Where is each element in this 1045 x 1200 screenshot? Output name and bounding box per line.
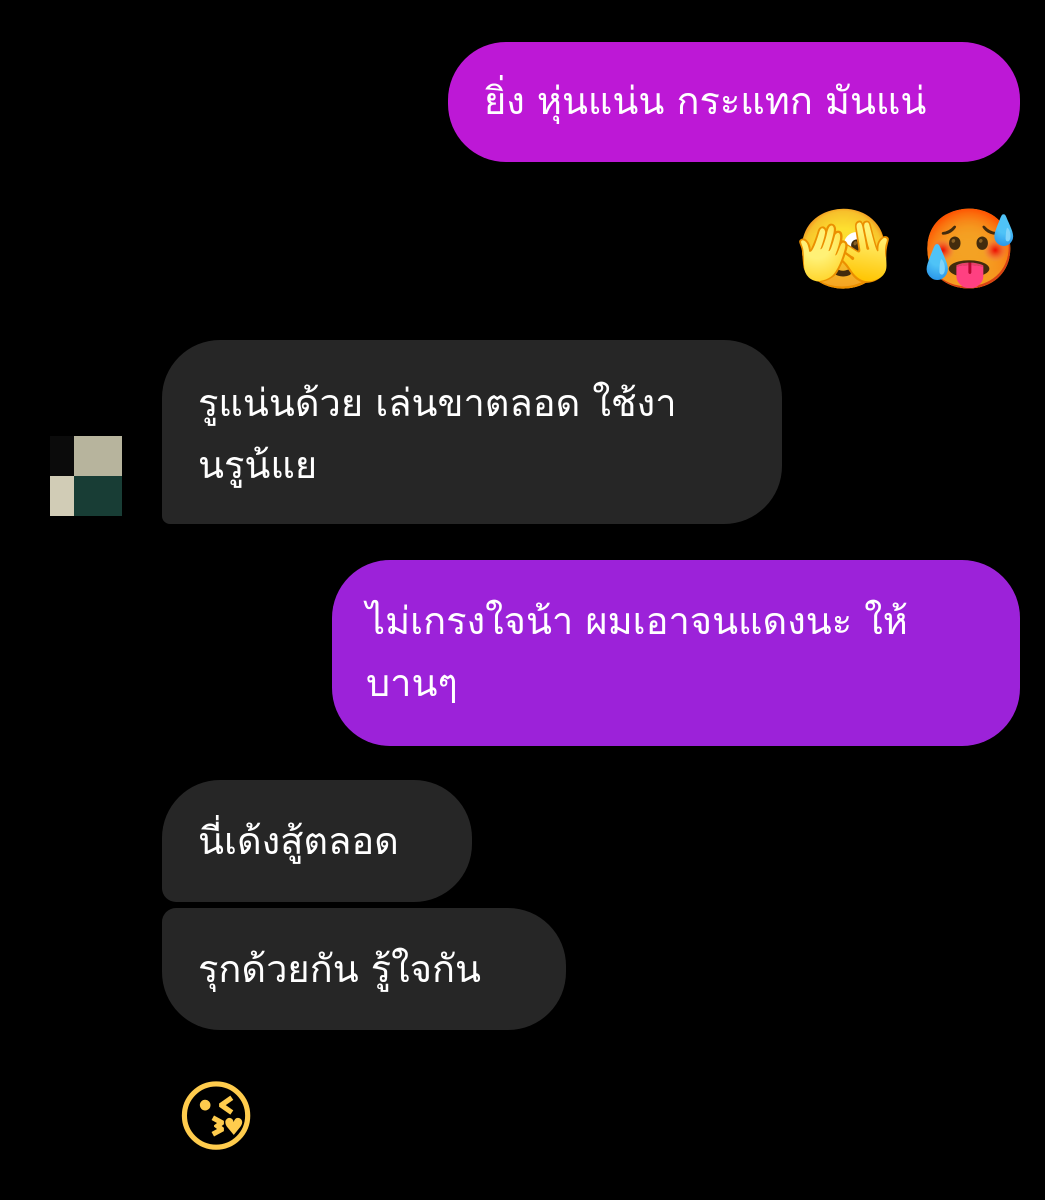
incoming-message-bubble[interactable]: รุกด้วยกัน รู้ใจกัน bbox=[162, 908, 566, 1030]
message-text: รุกด้วยกัน รู้ใจกัน bbox=[198, 947, 481, 991]
hot-face-emoji: 🥵 bbox=[920, 205, 1018, 295]
incoming-emoji-message[interactable]: 😘 bbox=[166, 1068, 266, 1168]
kissing-face-emoji: 😘 bbox=[175, 1073, 257, 1163]
outgoing-message-bubble[interactable]: ยิ่ง หุ่นแน่น กระแทก มันแน่ bbox=[448, 42, 1020, 162]
face-peeking-emoji: 🫣 bbox=[795, 205, 893, 295]
incoming-message-bubble[interactable]: นี่เด้งสู้ตลอด bbox=[162, 780, 472, 902]
outgoing-message-bubble[interactable]: ไม่เกรงใจน้า ผมเอาจนแดงนะ ให้บานๆ bbox=[332, 560, 1020, 746]
avatar[interactable] bbox=[50, 436, 122, 516]
avatar-pixel bbox=[74, 476, 122, 516]
avatar-pixel bbox=[50, 436, 74, 476]
message-text: นี่เด้งสู้ตลอด bbox=[198, 819, 399, 863]
avatar-pixel bbox=[74, 436, 122, 476]
incoming-message-bubble[interactable]: รูแน่นด้วย เล่นขาตลอด ใช้งานรูน้แย bbox=[162, 340, 782, 524]
avatar-pixel bbox=[50, 476, 74, 516]
message-text: ยิ่ง หุ่นแน่น กระแทก มันแน่ bbox=[484, 79, 927, 123]
message-text: รูแน่นด้วย เล่นขาตลอด ใช้งานรูน้แย bbox=[198, 381, 677, 487]
message-text: ไม่เกรงใจน้า ผมเอาจนแดงนะ ให้บานๆ bbox=[366, 599, 908, 705]
outgoing-emoji-message[interactable]: 🫣 🥵 bbox=[794, 200, 1019, 300]
